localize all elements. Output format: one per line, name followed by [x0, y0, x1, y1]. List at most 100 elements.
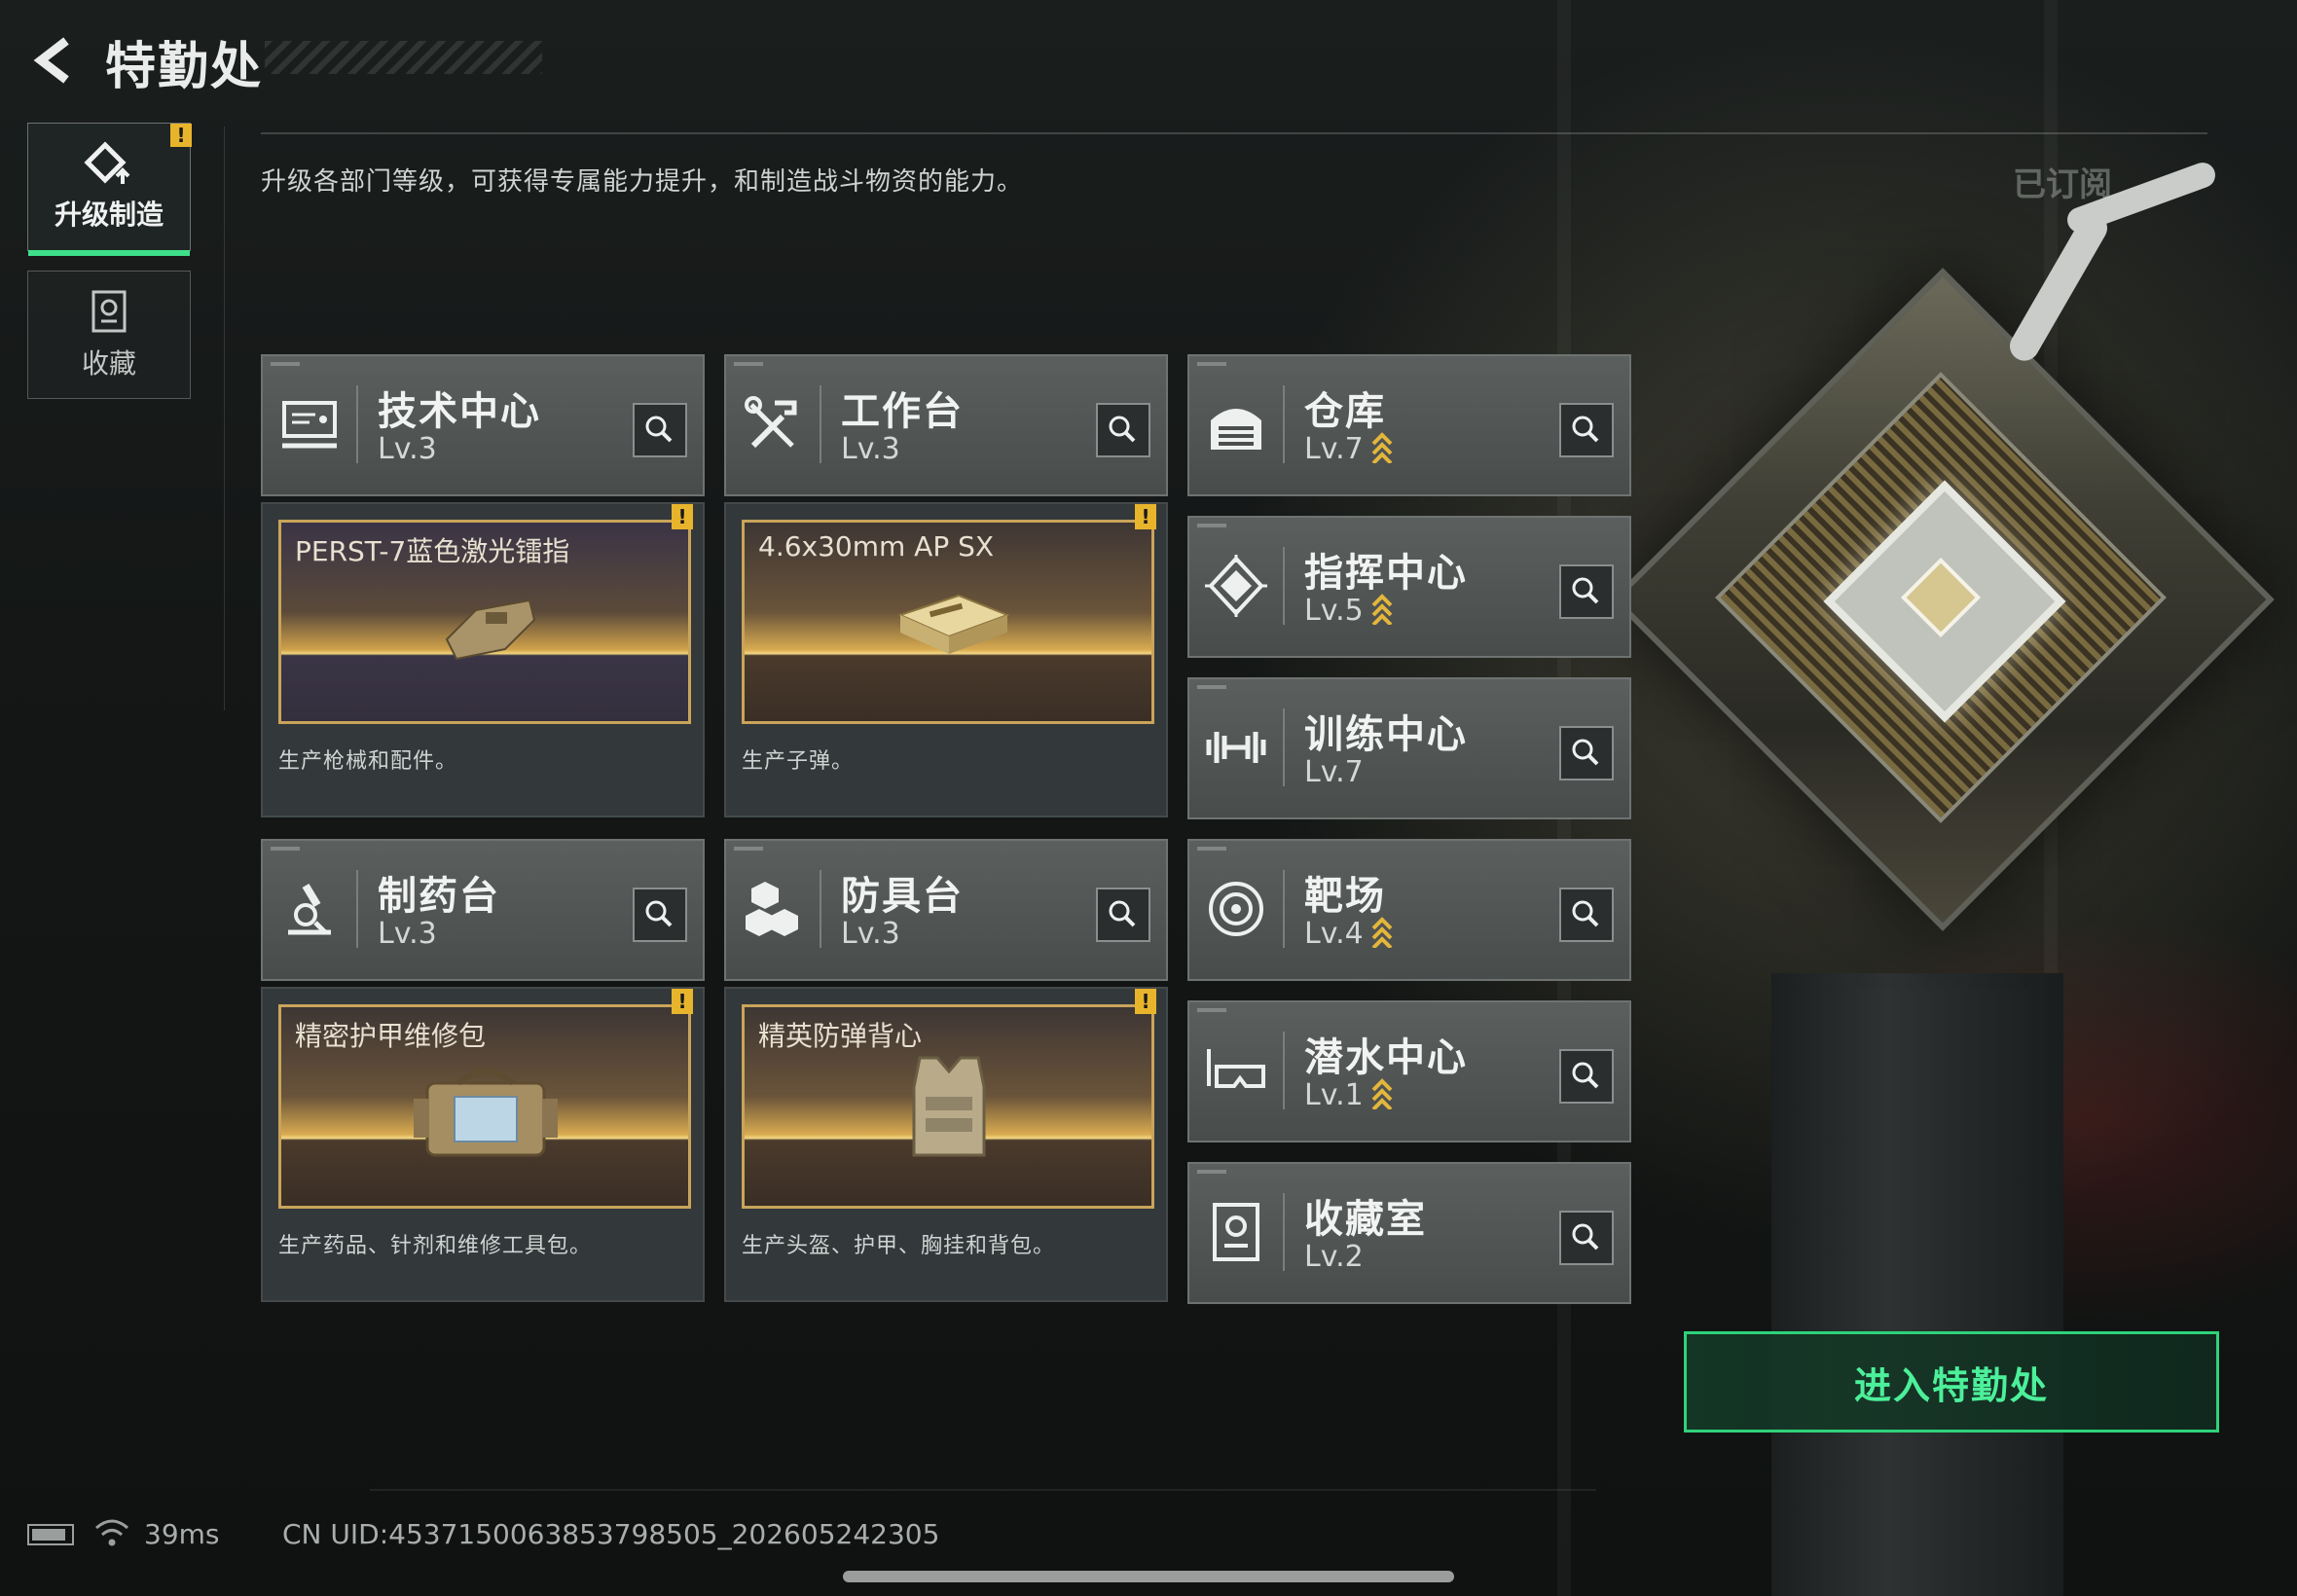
page-description: 升级各部门等级，可获得专属能力提升，和制造战斗物资的能力。	[261, 167, 1024, 197]
search-icon	[1572, 416, 1599, 443]
dept-level: Lv.3	[841, 917, 900, 951]
header-divider	[261, 132, 2207, 134]
level-up-icon	[1371, 594, 1393, 625]
armor-vest-item	[912, 1056, 986, 1157]
collection-icon	[91, 290, 127, 333]
dept-card-tech-center[interactable]: 技术中心 Lv.3	[261, 354, 705, 496]
side-divider	[224, 127, 225, 710]
dept-level: Lv.7	[1304, 432, 1364, 466]
dept-name: 技术中心	[378, 389, 541, 434]
product-image: PERST-7蓝色激光镭指	[278, 520, 691, 724]
ping-readout: 39ms	[144, 1518, 220, 1550]
product-name: 精密护甲维修包	[295, 1020, 487, 1052]
dept-card-workbench[interactable]: 工作台 Lv.3	[724, 354, 1168, 496]
dept-level: Lv.3	[841, 432, 900, 466]
tools-icon	[745, 396, 797, 449]
product-card-armor-bench[interactable]: 精英防弹背心 ! 生产头盔、护甲、胸挂和背包。	[724, 987, 1168, 1302]
search-button[interactable]	[633, 888, 687, 942]
dept-card-shooting-range[interactable]: 靶场 Lv.4	[1187, 839, 1631, 981]
product-name: 精英防弹背心	[758, 1020, 923, 1052]
product-image: 4.6x30mm AP SX	[742, 520, 1154, 724]
dept-name: 靶场	[1304, 874, 1386, 919]
command-chip-icon	[1205, 555, 1267, 617]
dept-card-command-center[interactable]: 指挥中心 Lv.5	[1187, 516, 1631, 658]
tab-collection[interactable]: 收藏	[27, 271, 191, 399]
search-icon	[645, 416, 673, 443]
dept-level: Lv.7	[1304, 755, 1364, 789]
dept-name: 指挥中心	[1304, 551, 1468, 596]
home-indicator[interactable]	[843, 1571, 1454, 1582]
dept-card-training-center[interactable]: 训练中心 Lv.7	[1187, 677, 1631, 819]
product-image: 精密护甲维修包	[278, 1004, 691, 1209]
product-image: 精英防弹背心	[742, 1004, 1154, 1209]
tab-label: 收藏	[81, 347, 136, 380]
search-button[interactable]	[1096, 403, 1150, 457]
dept-card-collection-room[interactable]: 收藏室 Lv.2	[1187, 1162, 1631, 1304]
dept-name: 训练中心	[1304, 712, 1468, 757]
back-arrow-icon[interactable]	[27, 33, 82, 88]
diving-mask-icon	[1207, 1049, 1265, 1088]
armor-crates-icon	[746, 882, 798, 936]
target-icon	[1209, 882, 1263, 936]
dept-name: 潜水中心	[1304, 1035, 1468, 1080]
enter-special-ops-button[interactable]: 进入特勤处	[1684, 1331, 2219, 1433]
laser-device-item	[445, 598, 536, 661]
tab-label: 升级制造	[54, 199, 164, 231]
battery-icon	[27, 1524, 74, 1545]
dept-name: 收藏室	[1304, 1197, 1427, 1242]
search-icon	[1572, 900, 1599, 927]
user-uid: CN UID:4537150063853798505_202605242305	[282, 1518, 940, 1550]
dept-name: 工作台	[841, 389, 964, 434]
search-icon	[1572, 577, 1599, 604]
search-button[interactable]	[1559, 1211, 1614, 1265]
product-name: PERST-7蓝色激光镭指	[295, 535, 570, 567]
enter-button-label: 进入特勤处	[1853, 1363, 2049, 1407]
search-button[interactable]	[1096, 888, 1150, 942]
upgrade-diamond-icon	[84, 141, 130, 184]
product-card-workbench[interactable]: 4.6x30mm AP SX ! 生产子弹。	[724, 502, 1168, 817]
search-button[interactable]	[1559, 564, 1614, 619]
dept-card-armor-bench[interactable]: 防具台 Lv.3	[724, 839, 1168, 981]
dept-name: 仓库	[1304, 389, 1386, 434]
search-button[interactable]	[633, 403, 687, 457]
level-up-icon	[1371, 432, 1393, 463]
search-icon	[1109, 900, 1136, 927]
dept-level: Lv.4	[1304, 917, 1364, 951]
search-icon	[1572, 1223, 1599, 1251]
title-stripe-decoration	[265, 41, 542, 74]
microscope-icon	[288, 883, 331, 935]
product-card-pharmacy[interactable]: 精密护甲维修包 ! 生产药品、针剂和维修工具包。	[261, 987, 705, 1302]
dept-name: 防具台	[841, 874, 964, 919]
product-name: 4.6x30mm AP SX	[758, 530, 995, 562]
monitor-icon	[282, 401, 337, 449]
ammo-box-item	[897, 594, 1010, 654]
search-icon	[645, 900, 673, 927]
search-button[interactable]	[1559, 1049, 1614, 1104]
search-button[interactable]	[1559, 726, 1614, 780]
tab-upgrade-craft[interactable]: 升级制造 !	[27, 123, 192, 256]
special-ops-cube-scene	[1611, 268, 2275, 931]
search-button[interactable]	[1559, 403, 1614, 457]
search-button[interactable]	[1559, 888, 1614, 942]
warning-badge: !	[672, 989, 693, 1014]
subscribed-label: 已订阅	[2013, 165, 2112, 204]
product-description: 生产头盔、护甲、胸挂和背包。	[742, 1234, 1056, 1258]
warning-badge: !	[672, 504, 693, 529]
search-icon	[1109, 416, 1136, 443]
dept-card-warehouse[interactable]: 仓库 Lv.7	[1187, 354, 1631, 496]
search-icon	[1572, 739, 1599, 766]
bottom-divider	[370, 1489, 1596, 1491]
warning-badge: !	[170, 124, 192, 147]
repair-kit-item	[414, 1069, 558, 1157]
warning-badge: !	[1135, 989, 1156, 1014]
warning-badge: !	[1135, 504, 1156, 529]
dept-name: 制药台	[378, 874, 500, 919]
dept-card-pharmacy[interactable]: 制药台 Lv.3	[261, 839, 705, 981]
dept-level: Lv.1	[1304, 1078, 1364, 1112]
product-card-tech-center[interactable]: PERST-7蓝色激光镭指 ! 生产枪械和配件。	[261, 502, 705, 817]
dept-level: Lv.5	[1304, 594, 1364, 628]
level-up-icon	[1371, 917, 1393, 948]
product-description: 生产药品、针剂和维修工具包。	[278, 1234, 593, 1258]
dept-card-diving-center[interactable]: 潜水中心 Lv.1	[1187, 1000, 1631, 1143]
dept-level: Lv.2	[1304, 1240, 1364, 1274]
